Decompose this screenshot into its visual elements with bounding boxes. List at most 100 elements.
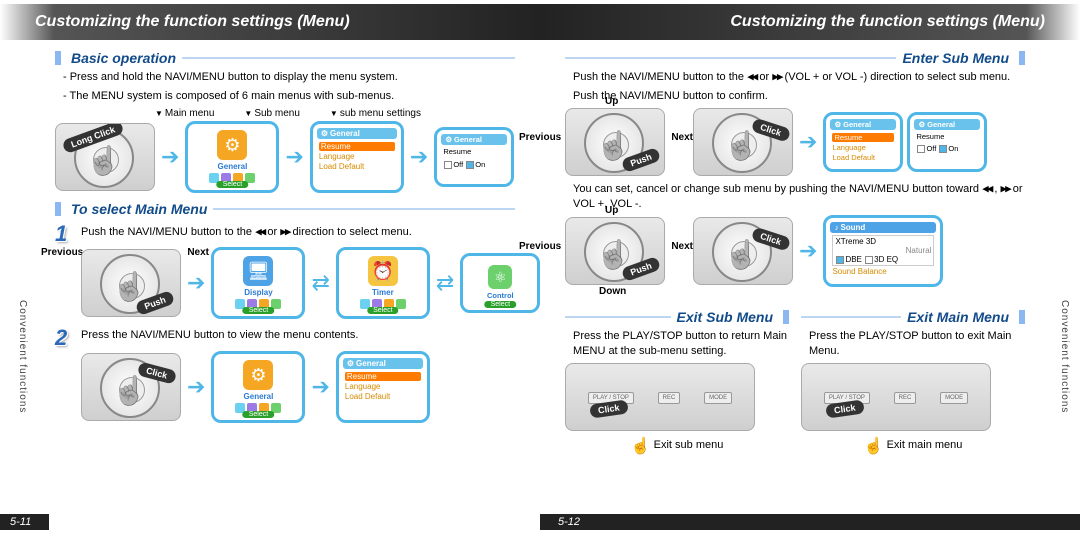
tile-label: Timer: [372, 288, 394, 297]
tile-label: Control: [487, 291, 514, 300]
select-badge: Select: [485, 301, 516, 308]
select-badge: Select: [243, 307, 274, 314]
tile-label: General: [218, 162, 248, 171]
setting-label: Resume: [443, 147, 505, 156]
screen-title: General: [843, 120, 871, 129]
side-tab: Convenient functions: [1052, 300, 1070, 413]
body-text: - Press and hold the NAVI/MENU button to…: [63, 70, 515, 85]
arrow-icon: ➔: [187, 270, 205, 296]
page-number: 5-12: [540, 514, 1080, 530]
opt-on: On: [475, 160, 485, 169]
bullet-icon: [55, 51, 61, 65]
rule: [182, 57, 515, 59]
opt-on: On: [948, 144, 958, 153]
mode-button: MODE: [940, 392, 968, 404]
body-text: You can set, cancel or change sub menu b…: [573, 182, 1025, 212]
rewind-icon: ◀◀: [982, 182, 991, 195]
dir-next: Next: [671, 241, 693, 252]
body-text: Push the NAVI/MENU button to confirm.: [573, 89, 1025, 104]
col-label: Main menu: [155, 108, 214, 119]
opt-off: Off: [926, 144, 936, 153]
exit-main-col: Exit Main Menu Press the PLAY/STOP butto…: [801, 301, 1025, 453]
bullet-icon: [783, 310, 789, 324]
arrow-icon: ➔: [799, 238, 817, 264]
select-badge: Select: [217, 181, 248, 188]
exit-sub-col: Exit Sub Menu Press the PLAY/STOP button…: [565, 301, 789, 453]
column-labels: Main menu Sub menu sub menu settings: [155, 108, 515, 119]
body-text: Press the PLAY/STOP button to return Mai…: [573, 329, 789, 359]
control-icon: ⚛: [488, 265, 512, 289]
rule: [565, 57, 896, 59]
step-text: Press the NAVI/MENU button to view the m…: [81, 325, 515, 341]
rule: [801, 316, 901, 318]
arrow-icon: ➔: [799, 129, 817, 155]
screen-timer: ⏰ Timer Select: [336, 247, 430, 319]
screen-general-setting: ⚙General Resume Off On: [907, 112, 987, 172]
page-title: Customizing the function settings (Menu): [540, 4, 1080, 40]
device-wheel: ☝ Push: [565, 217, 665, 285]
gear-icon: ⚙: [347, 359, 354, 368]
bi-arrow-icon: ⇄: [436, 270, 454, 296]
screen-main-general: ⚙ General Select: [185, 121, 279, 193]
dir-next: Next: [671, 132, 693, 143]
section-title: To select Main Menu: [65, 201, 213, 217]
section-exit-sub: Exit Sub Menu: [565, 309, 789, 325]
left-page: Customizing the function settings (Menu)…: [0, 0, 540, 540]
note-icon: ♪: [834, 223, 838, 232]
general-icon: ⚙: [243, 360, 273, 390]
device-front: PLAY / STOP REC MODE Click: [565, 363, 755, 431]
select-badge: Select: [367, 307, 398, 314]
side-tab: Convenient functions: [10, 300, 28, 413]
forward-icon: ▶▶: [1001, 182, 1010, 195]
step2-row: ☝ Click ➔ ⚙ General Select ➔ ⚙General Re…: [81, 351, 515, 423]
basic-row: ☝ Long Click ➔ ⚙ General Select ➔ ⚙Gener…: [55, 121, 515, 193]
dir-previous: Previous: [41, 247, 83, 258]
device-front: PLAY / STOP REC MODE Click: [801, 363, 991, 431]
sound-item: DBE: [845, 255, 861, 264]
section-basic: Basic operation: [55, 50, 515, 66]
pointer-icon: ☝: [864, 436, 884, 456]
section-title: Enter Sub Menu: [896, 50, 1015, 66]
hand-icon: ☝: [724, 238, 759, 271]
gear-icon: ⚙: [445, 135, 452, 144]
exit-sub-caption: ☝ Exit sub menu: [565, 433, 789, 453]
sound-item: 3D EQ: [874, 255, 898, 264]
step-text: Push the NAVI/MENU button to the ◀◀ or ▶…: [81, 221, 515, 238]
section-title: Exit Sub Menu: [671, 309, 779, 325]
screen-submenu2: ⚙General Resume Language Load Default: [336, 351, 430, 423]
rec-button: REC: [658, 392, 681, 404]
menu-item: Resume: [319, 142, 395, 151]
dir-previous: Previous: [519, 132, 561, 143]
section-title: Basic operation: [65, 50, 182, 66]
hand-icon: ☝: [596, 129, 631, 162]
opt-off: Off: [453, 160, 463, 169]
enter-row1: Up Previous Next ☝ Push ☝ Click ➔ ⚙Gener…: [565, 108, 1025, 176]
tile-label: Display: [244, 288, 272, 297]
step-number: 1: [55, 221, 81, 247]
step-1: 1 Push the NAVI/MENU button to the ◀◀ or…: [55, 221, 515, 247]
arrow-icon: ➔: [410, 144, 428, 170]
section-select-main: To select Main Menu: [55, 201, 515, 217]
arrow-icon: ➔: [285, 144, 303, 170]
dir-previous: Previous: [519, 241, 561, 252]
menu-item: Load Default: [832, 153, 894, 162]
exit-main-caption: ☝ Exit main menu: [801, 433, 1025, 453]
rec-button: REC: [894, 392, 917, 404]
general-icon: ⚙: [217, 130, 247, 160]
menu-item: Resume: [832, 133, 894, 142]
bullet-icon: [1019, 310, 1025, 324]
section-exit-main: Exit Main Menu: [801, 309, 1025, 325]
gear-icon: ⚙: [834, 120, 841, 129]
display-icon: 🖥: [243, 256, 273, 286]
step1-row: Previous Next ☝ Push ➔ 🖥 Display Select …: [81, 247, 515, 319]
exit-columns: Exit Sub Menu Press the PLAY/STOP button…: [565, 301, 1025, 453]
device-wheel: ☝ Push: [565, 108, 665, 176]
tile-label: General: [244, 392, 274, 401]
rewind-icon: ◀◀: [255, 225, 264, 238]
select-badge: Select: [243, 411, 274, 418]
hand-icon: ☝: [112, 270, 147, 303]
hand-icon: ☝: [86, 144, 121, 177]
arrow-icon: ➔: [311, 374, 329, 400]
dir-up: Up: [605, 96, 618, 107]
screen-title: General: [356, 359, 386, 368]
